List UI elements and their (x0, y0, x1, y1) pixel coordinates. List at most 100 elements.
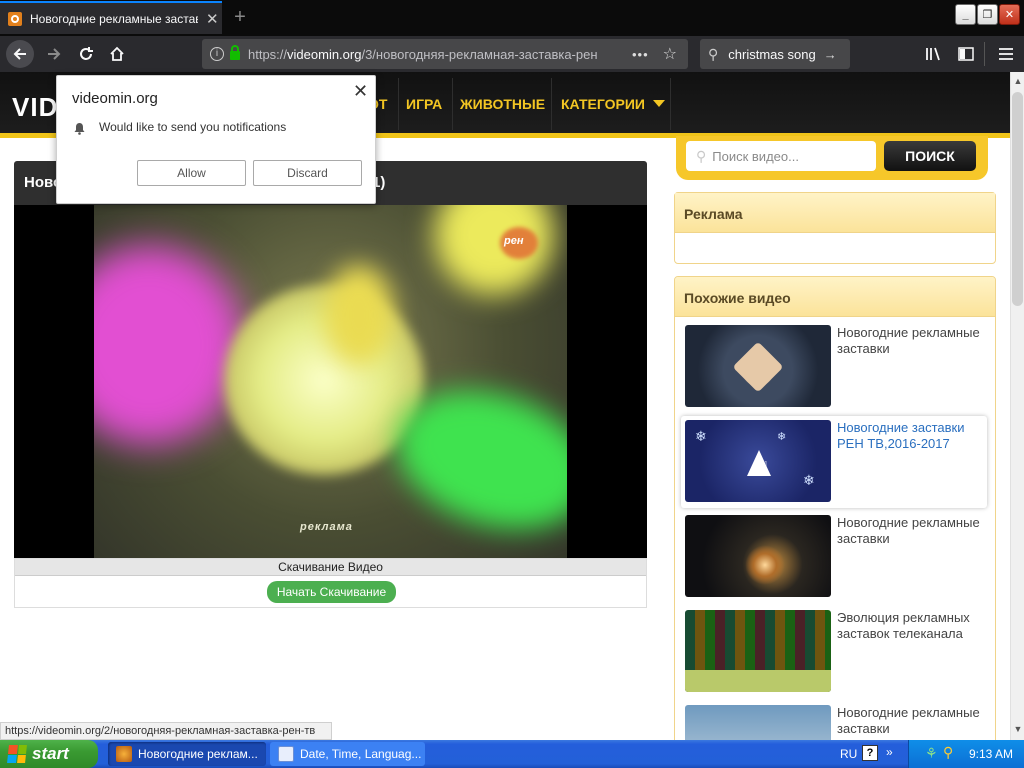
windows-taskbar: start Новогодние реклам... Date, Time, L… (0, 740, 1024, 768)
bookmark-star-icon[interactable]: ☆ (663, 44, 677, 64)
url-domain: videomin.org (287, 46, 362, 62)
browser-search-bar[interactable]: ⚲ christmas song → (700, 39, 850, 69)
snowflake-icon: ❄ (777, 431, 787, 443)
thumbnail-caption-strip (685, 670, 831, 692)
menu-button[interactable] (992, 40, 1020, 68)
forward-button[interactable] (40, 40, 68, 68)
browser-tab-active[interactable]: Новогодние рекламные заставки ✕ (0, 1, 222, 34)
menu-separator (398, 78, 399, 130)
scroll-up-icon[interactable]: ▲ (1012, 74, 1024, 88)
site-search-input[interactable]: ⚲ Поиск видео... (686, 141, 876, 171)
tab-close-icon[interactable]: ✕ (206, 10, 219, 28)
caret-down-icon (652, 100, 665, 107)
start-button[interactable]: start (0, 740, 98, 768)
search-tray-icon[interactable]: ⚲ (943, 744, 953, 761)
system-tray: ⚘ ⚲ 9:13 AM (908, 740, 1024, 768)
search-placeholder: Поиск видео... (712, 148, 799, 164)
popup-close-icon[interactable]: ✕ (353, 81, 368, 102)
new-tab-button[interactable]: + (228, 6, 252, 28)
menu-item-animals[interactable]: ЖИВОТНЫЕ (460, 96, 545, 112)
discard-button[interactable]: Discard (253, 160, 362, 186)
home-icon (110, 46, 124, 61)
video-thumbnail[interactable] (685, 610, 831, 692)
snowflake-icon: ❄ (695, 428, 707, 444)
reload-icon (80, 47, 93, 60)
reload-button[interactable] (72, 40, 100, 68)
similar-video-item[interactable]: Новогодние рекламные заставки (685, 515, 985, 599)
similar-video-item[interactable]: Новогодние рекламные заставки (685, 325, 985, 409)
address-bar[interactable]: i https://videomin.org/3/новогодняя-рекл… (202, 39, 688, 69)
taskbar-item-firefox[interactable]: Новогодние реклам... (108, 742, 266, 766)
video-title[interactable]: Новогодние рекламные заставки (837, 515, 985, 547)
video-thumbnail[interactable]: ❄ ❄ ❄ ☝ (685, 420, 831, 502)
sidebar-icon (958, 47, 974, 61)
url-prefix: https:// (248, 46, 288, 62)
site-search-button[interactable]: ПОИСК (884, 141, 976, 171)
tray-chevron-icon[interactable]: » (886, 745, 893, 759)
toolbar-divider (984, 42, 985, 66)
scrollbar-thumb[interactable] (1012, 92, 1023, 306)
sidebar-toggle-button[interactable] (952, 40, 980, 68)
firework-shape (745, 545, 785, 585)
clock[interactable]: 9:13 AM (969, 747, 1013, 761)
browser-search-text: christmas song (728, 46, 816, 62)
similar-video-item[interactable]: Эволюция рекламных заставок телеканала (685, 610, 985, 694)
page-scrollbar[interactable]: ▲ ▼ (1010, 72, 1024, 740)
start-download-button[interactable]: Начать Скачивание (267, 581, 396, 603)
video-frame[interactable]: рен реклама (94, 205, 567, 558)
video-title[interactable]: Новогодние рекламные заставки (837, 705, 985, 737)
window-close-button[interactable]: ✕ (999, 4, 1020, 25)
ads-panel: Реклама (674, 192, 996, 264)
popup-domain: videomin.org (72, 90, 158, 107)
library-button[interactable] (920, 40, 948, 68)
arrow-left-icon (13, 48, 26, 60)
video-title-link[interactable]: Новогодние заставки РЕН ТВ,2016-2017 (837, 420, 985, 452)
ren-logo-shape (732, 341, 784, 393)
home-button[interactable] (103, 40, 131, 68)
browser-app-icon (116, 746, 132, 762)
back-button[interactable] (6, 40, 34, 68)
maximize-button[interactable]: ❐ (977, 4, 998, 25)
scroll-down-icon[interactable]: ▼ (1012, 722, 1024, 736)
search-icon: ⚲ (708, 45, 719, 62)
video-blob-yellow-2 (324, 265, 394, 365)
allow-button[interactable]: Allow (137, 160, 246, 186)
menu-separator (670, 78, 671, 130)
bell-icon (74, 123, 85, 135)
url-text: https://videomin.org/3/новогодняя-реклам… (248, 47, 598, 62)
minimize-button[interactable]: _ (955, 4, 976, 25)
menu-item-games[interactable]: ИГРА (406, 96, 442, 112)
task-label: Date, Time, Languag... (300, 747, 422, 761)
site-search-box: ⚲ Поиск видео... ПОИСК (676, 136, 988, 180)
hand-cursor-icon: ☝ (759, 459, 769, 476)
menu-categories-label: КАТЕГОРИИ (561, 96, 645, 112)
search-go-icon[interactable]: → (824, 47, 837, 62)
menu-separator (551, 78, 552, 130)
help-icon[interactable]: ? (862, 745, 878, 761)
site-favicon-icon (8, 11, 22, 26)
video-title[interactable]: Эволюция рекламных заставок телеканала (837, 610, 985, 642)
video-thumbnail[interactable] (685, 515, 831, 597)
video-thumbnail[interactable] (685, 325, 831, 407)
info-icon[interactable]: i (210, 47, 224, 61)
notification-permission-popup: videomin.org ✕ Would like to send you no… (56, 75, 376, 204)
similar-video-item-hovered[interactable]: ❄ ❄ ❄ ☝ Новогодние заставки РЕН ТВ,2016-… (681, 416, 987, 508)
menu-item-categories[interactable]: КАТЕГОРИИ (561, 96, 665, 112)
ads-title: Реклама (675, 193, 995, 233)
video-player[interactable]: рен реклама (14, 205, 647, 558)
url-path: /3/новогодняя-рекламная-заставка-рен-тв (361, 46, 598, 62)
taskbar-item-date-time[interactable]: Date, Time, Languag... (270, 742, 425, 766)
download-title: Скачивание Видео (15, 559, 646, 576)
start-label: start (32, 744, 69, 763)
video-blob-magenta (94, 245, 244, 445)
arrow-right-icon (48, 48, 61, 60)
popup-message: Would like to send you notifications (99, 120, 287, 134)
video-caption: реклама (300, 521, 353, 533)
similar-videos-title: Похожие видео (675, 277, 995, 317)
network-icon[interactable]: ⚘ (925, 745, 938, 762)
language-indicator[interactable]: RU (840, 747, 857, 761)
page-actions-button[interactable]: ••• (632, 47, 649, 62)
browser-tab-bar: Новогодние рекламные заставки ✕ + _ ❐ ✕ (0, 0, 1024, 36)
video-title[interactable]: Новогодние рекламные заставки (837, 325, 985, 357)
hamburger-icon (999, 48, 1013, 60)
